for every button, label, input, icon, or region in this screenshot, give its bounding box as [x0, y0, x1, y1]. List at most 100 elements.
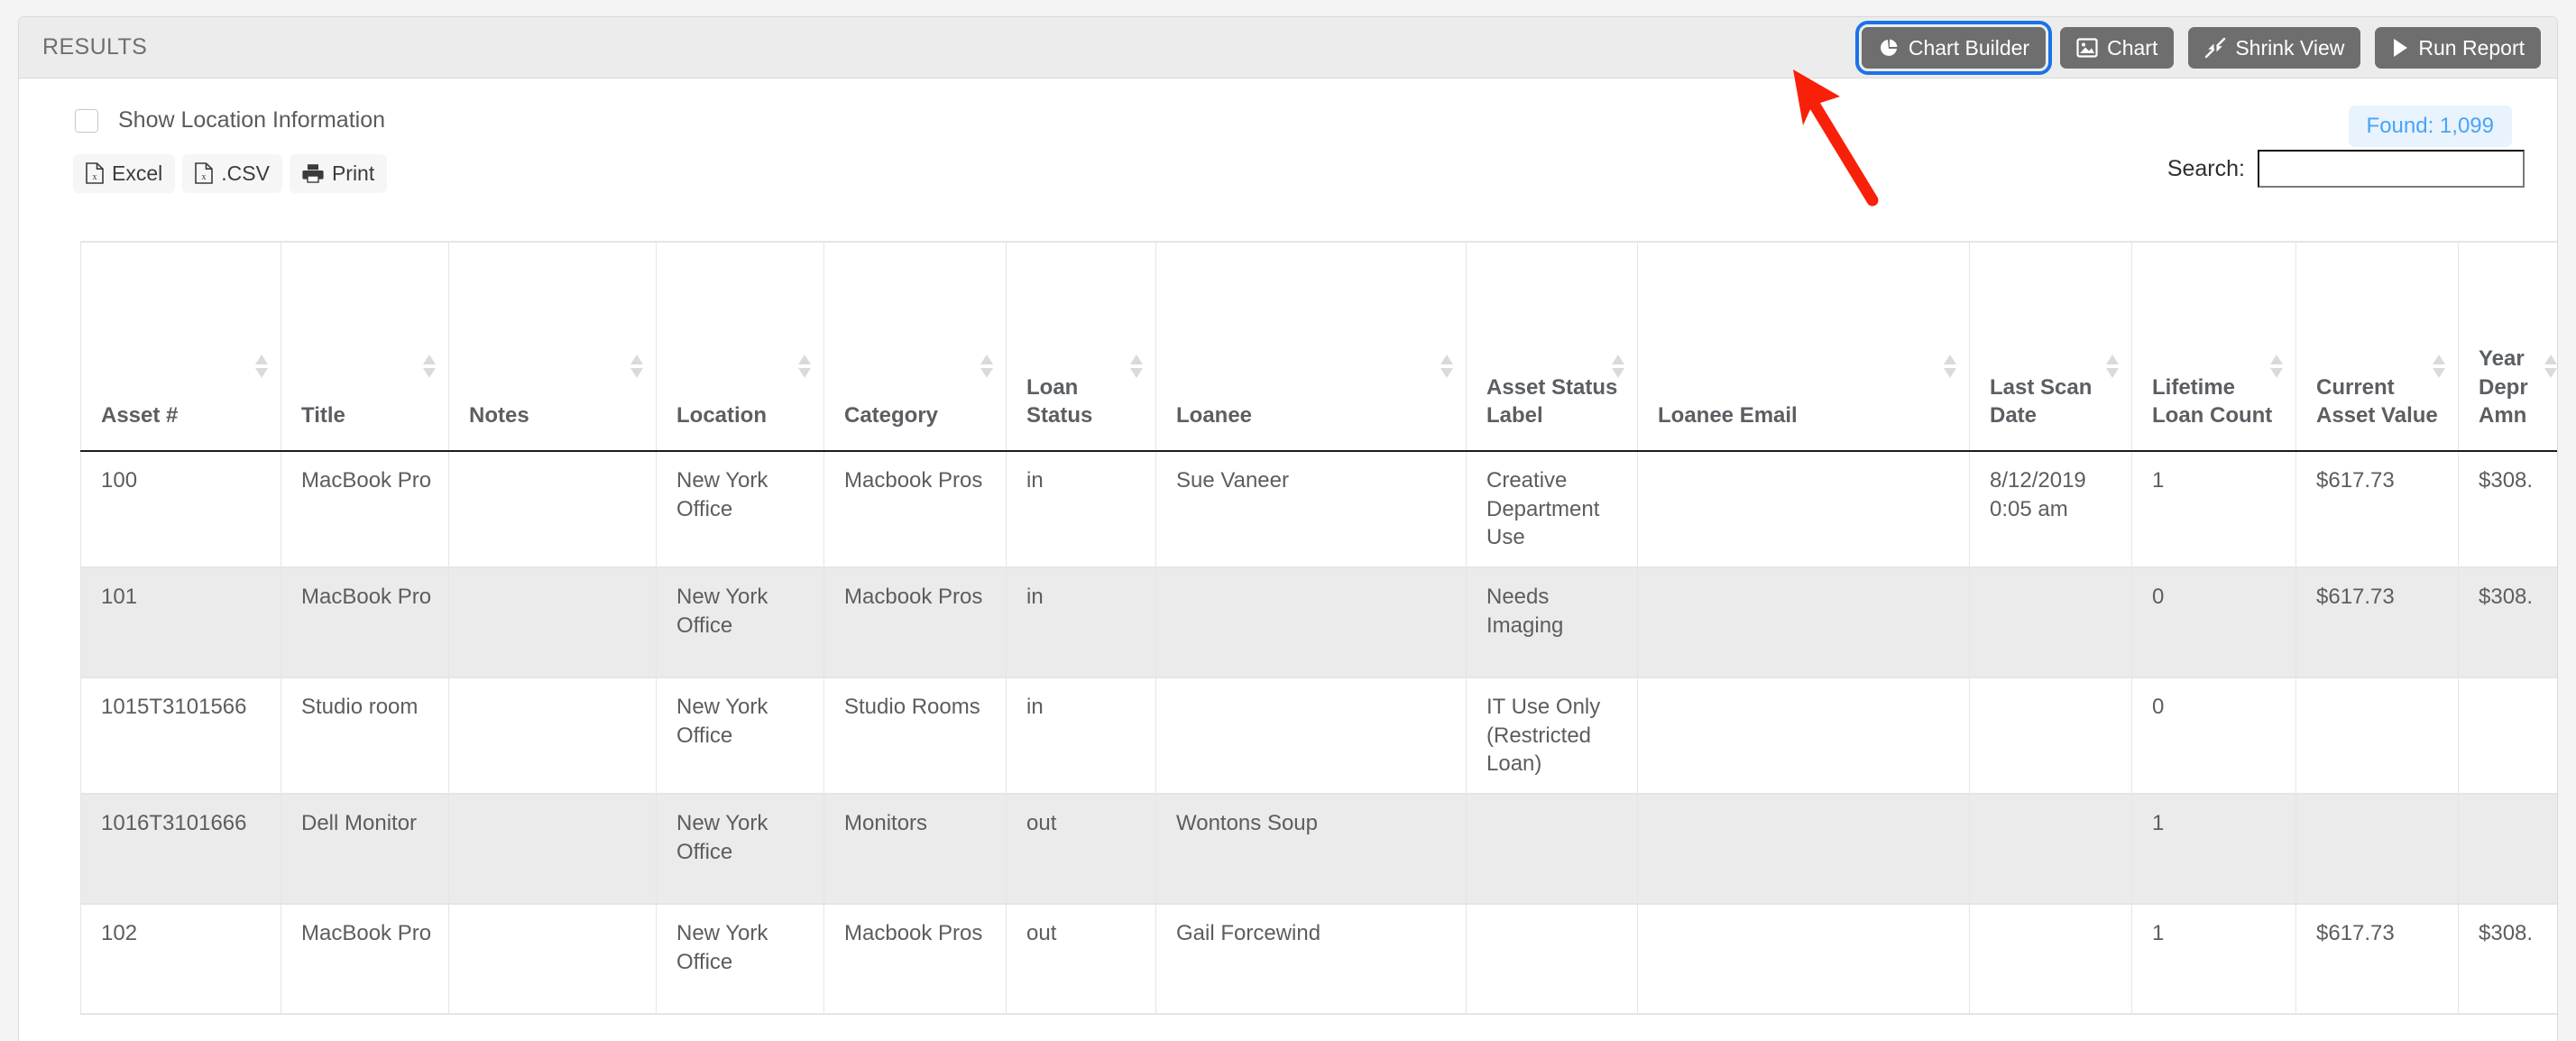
- column-header-loanee-email[interactable]: Loanee Email: [1637, 241, 1970, 452]
- column-header-last-scan-date[interactable]: Last Scan Date: [1969, 241, 2132, 452]
- print-label: Print: [331, 161, 375, 185]
- cell-location: New York Office: [656, 677, 824, 796]
- cell-loan-status: in: [1006, 451, 1156, 569]
- sort-arrows-icon[interactable]: [798, 355, 811, 382]
- cell-loanee-email: [1637, 904, 1970, 1016]
- cell-notes: [448, 677, 657, 796]
- cell-title: Studio room: [281, 677, 449, 796]
- shrink-view-button[interactable]: Shrink View: [2188, 27, 2361, 69]
- column-header-label: Loan Status: [1026, 374, 1093, 428]
- cell-loanee: [1155, 677, 1467, 796]
- cell-asset-no: 1015T3101566: [80, 677, 281, 796]
- cell-title: MacBook Pro: [281, 451, 449, 569]
- cell-loan-status: in: [1006, 677, 1156, 796]
- column-header-current-asset-value[interactable]: Current Asset Value: [2295, 241, 2459, 452]
- sort-arrows-icon[interactable]: [980, 355, 993, 382]
- results-table: Asset # Title Notes Location Category Loan St…: [80, 241, 2557, 1016]
- sort-arrows-icon[interactable]: [1130, 355, 1143, 382]
- csv-file-icon: x: [195, 162, 214, 184]
- cell-loanee: Sue Vaneer: [1155, 451, 1467, 569]
- export-excel-button[interactable]: x Excel: [73, 153, 176, 193]
- column-header-loanee[interactable]: Loanee: [1155, 241, 1467, 452]
- cell-location: New York Office: [656, 451, 824, 569]
- table-row[interactable]: 102 MacBook Pro New York Office Macbook Pro…: [80, 904, 2557, 1016]
- column-header-lifetime-loan-count[interactable]: Lifetime Loan Count: [2131, 241, 2296, 452]
- cell-lifetime-loan-count: 0: [2131, 677, 2296, 796]
- column-header-year-depr-amn[interactable]: Year Depr Amn: [2458, 241, 2557, 452]
- sort-arrows-icon[interactable]: [2106, 355, 2119, 382]
- sort-arrows-icon[interactable]: [1440, 355, 1453, 382]
- column-header-title[interactable]: Title: [281, 241, 449, 452]
- sort-arrows-icon[interactable]: [1612, 355, 1624, 382]
- cell-loanee: Wontons Soup: [1155, 794, 1467, 906]
- table-row[interactable]: 1015T3101566 Studio room New York Office St…: [80, 677, 2557, 796]
- column-header-label: Category: [844, 403, 939, 428]
- cell-asset-status-label: Needs Imaging: [1466, 567, 1638, 679]
- cell-last-scan-date: [1969, 904, 2132, 1016]
- table-header: Asset # Title Notes Location Category Loan St…: [80, 241, 2557, 452]
- sort-arrows-icon[interactable]: [423, 355, 436, 382]
- cell-loanee-email: [1637, 567, 1970, 679]
- sort-arrows-icon[interactable]: [2544, 355, 2557, 382]
- column-header-location[interactable]: Location: [656, 241, 824, 452]
- cell-loanee-email: [1637, 677, 1970, 796]
- cell-year-depr-amn: $308.: [2458, 567, 2557, 679]
- column-header-label: Loanee: [1176, 403, 1253, 428]
- cell-location: New York Office: [656, 794, 824, 906]
- cell-loanee: [1155, 567, 1467, 679]
- table-row[interactable]: 1016T3101666 Dell Monitor New York Office M…: [80, 794, 2557, 906]
- column-header-category[interactable]: Category: [823, 241, 1007, 452]
- sort-arrows-icon[interactable]: [2270, 355, 2283, 382]
- results-table-scroll[interactable]: Asset # Title Notes Location Category Loan St…: [19, 241, 2557, 1041]
- panel-body: Show Location Information Found: 1,099 x…: [19, 78, 2557, 1041]
- column-header-notes[interactable]: Notes: [448, 241, 657, 452]
- column-header-label: Lifetime Loan Count: [2152, 374, 2273, 428]
- cell-loanee: Gail Forcewind: [1155, 904, 1467, 1016]
- show-location-checkbox[interactable]: [75, 108, 98, 133]
- chart-label: Chart: [2107, 35, 2158, 60]
- chart-button[interactable]: Chart: [2060, 27, 2175, 69]
- show-location-label: Show Location Information: [118, 107, 386, 133]
- cell-last-scan-date: [1969, 567, 2132, 679]
- table-row[interactable]: 101 MacBook Pro New York Office Macbook Pro…: [80, 567, 2557, 679]
- column-header-label: Year Depr Amn: [2479, 345, 2528, 428]
- cell-loan-status: out: [1006, 794, 1156, 906]
- search-input[interactable]: [2258, 150, 2525, 188]
- print-button[interactable]: Print: [289, 153, 388, 193]
- chart-builder-label: Chart Builder: [1908, 35, 2030, 60]
- column-header-label: Loanee Email: [1658, 403, 1798, 428]
- cell-category: Studio Rooms: [823, 677, 1007, 796]
- sort-arrows-icon[interactable]: [2433, 355, 2445, 382]
- sort-arrows-icon[interactable]: [255, 355, 268, 382]
- results-screen: RESULTS Chart Builder Chart Shrink View …: [0, 0, 2576, 1041]
- cell-asset-no: 101: [80, 567, 281, 679]
- excel-file-icon: x: [86, 162, 104, 184]
- chart-builder-button[interactable]: Chart Builder: [1854, 21, 2053, 75]
- cell-asset-no: 102: [80, 904, 281, 1016]
- image-icon: [2076, 38, 2098, 58]
- column-header-label: Last Scan Date: [1990, 374, 2093, 428]
- column-header-asset-status-label[interactable]: Asset Status Label: [1466, 241, 1638, 452]
- table-row[interactable]: 100 MacBook Pro New York Office Macbook Pro…: [80, 451, 2557, 569]
- page-title: RESULTS: [42, 34, 148, 60]
- cell-notes: [448, 904, 657, 1016]
- sort-arrows-icon[interactable]: [630, 355, 643, 382]
- cell-current-asset-value: [2295, 794, 2459, 906]
- cell-category: Macbook Pros: [823, 567, 1007, 679]
- column-header-loan-status[interactable]: Loan Status: [1006, 241, 1156, 452]
- export-csv-button[interactable]: x .CSV: [182, 153, 282, 193]
- cell-current-asset-value: $617.73: [2295, 567, 2459, 679]
- cell-title: MacBook Pro: [281, 567, 449, 679]
- sort-arrows-icon[interactable]: [1944, 355, 1956, 382]
- shrink-view-label: Shrink View: [2235, 35, 2345, 60]
- cell-loanee-email: [1637, 794, 1970, 906]
- run-report-button[interactable]: Run Report: [2375, 27, 2541, 69]
- column-header-asset[interactable]: Asset #: [80, 241, 281, 452]
- cell-last-scan-date: [1969, 677, 2132, 796]
- cell-lifetime-loan-count: 1: [2131, 904, 2296, 1016]
- column-header-label: Asset #: [101, 403, 179, 428]
- column-header-label: Current Asset Value: [2316, 374, 2438, 428]
- cell-category: Monitors: [823, 794, 1007, 906]
- table-body: 100 MacBook Pro New York Office Macbook Pro…: [80, 451, 2557, 1016]
- cell-title: Dell Monitor: [281, 794, 449, 906]
